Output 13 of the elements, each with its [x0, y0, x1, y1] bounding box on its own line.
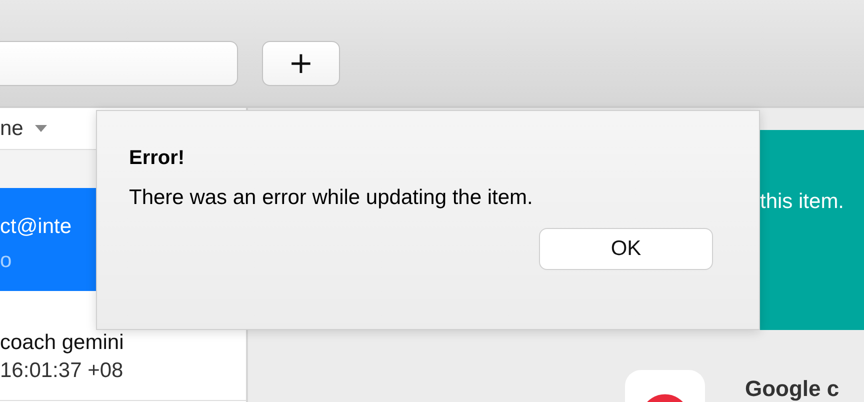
dialog-title: Error! [129, 147, 186, 170]
item-subtitle: o [0, 248, 13, 274]
item-title: ct@inte [0, 214, 73, 240]
dialog-message: There was an error while updating the item. [129, 186, 534, 210]
notice-banner: this item. [760, 130, 864, 330]
ok-button[interactable]: OK [539, 228, 713, 270]
search-field[interactable] [0, 41, 238, 86]
item-subtitle: 16:01:37 +08 [0, 358, 124, 384]
item-title: coach gemini [0, 330, 125, 356]
add-button[interactable]: + [262, 41, 340, 86]
card-title: Google c [745, 375, 840, 402]
column-header[interactable]: ne [0, 116, 24, 140]
sort-caret-icon[interactable] [35, 124, 48, 132]
